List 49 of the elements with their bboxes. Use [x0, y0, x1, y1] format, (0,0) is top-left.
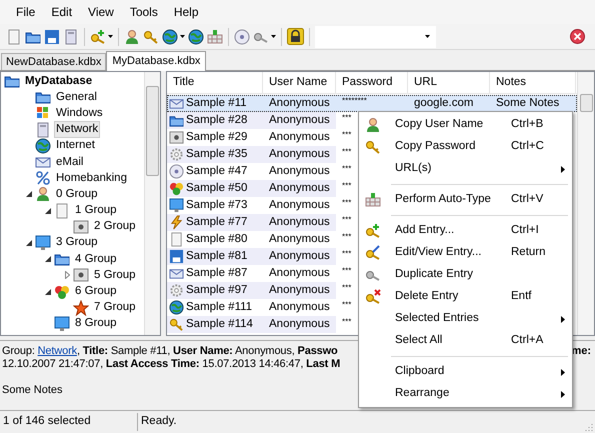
table-cell-text: Sample #73: [186, 198, 248, 213]
status-text: Ready.: [140, 414, 178, 430]
table-cell-text: Anonymous: [269, 130, 330, 145]
table-cell-text: Sample #11: [186, 96, 247, 111]
table-cell-text: Anonymous: [269, 146, 330, 162]
table-cell-text: Anonymous: [269, 248, 330, 264]
table-cell-text: Anonymous: [269, 214, 330, 230]
table-cell-text: Some Notes: [496, 96, 560, 111]
table-cell: ***: [342, 233, 352, 241]
table-cell-text: Anonymous: [269, 282, 330, 298]
table-cell-text: Sample #47: [186, 164, 248, 179]
table-cell: ***: [342, 301, 352, 309]
table-cell-text: Sample #29: [186, 130, 248, 145]
table-cell-text: Anonymous: [269, 96, 330, 111]
status-text: 1 of 146 selected: [0, 413, 138, 431]
table-cell: ***: [342, 182, 352, 190]
notes-text: Some Notes: [2, 384, 63, 396]
table-cell-text: Sample #50: [186, 180, 248, 196]
table-cell: ***: [342, 267, 352, 275]
table-cell: ********: [342, 97, 367, 105]
table-cell: ***: [342, 148, 352, 156]
table-cell-text: Anonymous: [269, 232, 330, 247]
table-cell: ***: [342, 114, 352, 122]
table-cell-text: Anonymous: [269, 266, 330, 281]
table-cell-text: Anonymous: [269, 198, 330, 213]
table-cell-text: Anonymous: [269, 316, 330, 332]
table-cell-text: google.com: [414, 96, 474, 111]
table-cell: ***: [342, 216, 352, 224]
table-cell-text: Sample #35: [186, 146, 248, 162]
table-cell-text: Anonymous: [269, 300, 330, 315]
table-cell: ***: [342, 199, 352, 207]
table-cell: ***: [342, 131, 352, 139]
table-cell-text: Anonymous: [269, 180, 330, 196]
table-cell-text: Anonymous: [269, 164, 330, 179]
table-cell: ***: [342, 165, 352, 173]
detail-line: Group: Network, Title: Sample #11, User Name: Anonymous, Passwo: [2, 345, 338, 357]
table-cell-text: Sample #114: [186, 316, 253, 332]
table-cell: ***: [342, 250, 352, 258]
table-cell-text: Anonymous: [269, 112, 330, 128]
table-cell: ***: [342, 318, 352, 326]
table-cell-text: Sample #28: [186, 112, 248, 128]
table-cell: ***: [342, 284, 352, 292]
table-cell-text: Sample #81: [186, 248, 248, 264]
table-cell-text: Sample #87: [186, 266, 248, 281]
table-cell-text: Sample #77: [186, 214, 248, 230]
detail-line: 12.10.2007 21:47:07, Last Access Time: 15.07.2013 14:46:47, Last M: [2, 358, 340, 370]
table-cell-text: Sample #111: [186, 300, 252, 315]
table-cell-text: Sample #80: [186, 232, 248, 247]
table-cell-text: Sample #97: [186, 282, 248, 298]
